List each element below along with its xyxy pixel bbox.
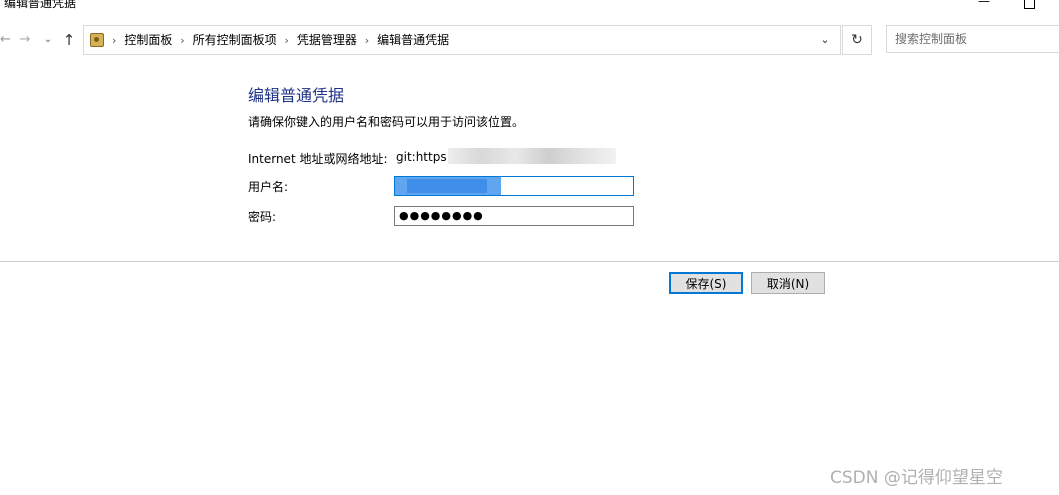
minimize-button[interactable]: —	[978, 0, 990, 8]
breadcrumb-separator-icon: ›	[112, 34, 117, 47]
navigation-bar: ← → ⌄ ↑ › 控制面板 › 所有控制面板项 › 凭据管理器 › 编辑普通凭据 ⌄ …	[0, 24, 1059, 56]
password-mask: ●●●●●●●●	[399, 209, 484, 222]
url-value: git:https	[396, 150, 447, 164]
up-arrow-icon[interactable]: ↑	[60, 24, 78, 56]
page-title: 编辑普通凭据	[248, 86, 345, 105]
redacted-username-overlay	[395, 177, 501, 195]
search-input[interactable]	[895, 27, 1055, 51]
breadcrumb-separator-icon: ›	[284, 34, 289, 47]
breadcrumb: › 控制面板 › 所有控制面板项 › 凭据管理器 › 编辑普通凭据	[108, 26, 449, 54]
address-dropdown-chevron-icon[interactable]: ⌄	[814, 26, 836, 54]
cancel-button[interactable]: 取消(N)	[751, 272, 825, 294]
back-arrow-icon[interactable]: ←	[0, 24, 11, 56]
breadcrumb-item-control-panel[interactable]: 控制面板	[124, 33, 172, 47]
refresh-icon[interactable]: ↻	[842, 25, 872, 55]
save-button[interactable]: 保存(S)	[669, 272, 743, 294]
breadcrumb-item-credential-manager[interactable]: 凭据管理器	[297, 33, 357, 47]
password-field[interactable]: ●●●●●●●●	[394, 206, 634, 226]
divider	[0, 261, 1059, 262]
breadcrumb-separator-icon: ›	[180, 34, 185, 47]
username-label: 用户名:	[248, 180, 289, 194]
recent-locations-chevron-icon[interactable]: ⌄	[40, 24, 56, 56]
breadcrumb-item-all-items[interactable]: 所有控制面板项	[193, 33, 277, 47]
password-label: 密码:	[248, 210, 277, 224]
control-panel-icon	[90, 33, 104, 47]
username-field[interactable]	[394, 176, 634, 196]
breadcrumb-item-edit-credential[interactable]: 编辑普通凭据	[377, 33, 449, 47]
title-bar: 编辑普通凭据 —	[0, 0, 1059, 14]
page-description: 请确保你键入的用户名和密码可以用于访问该位置。	[248, 115, 525, 129]
search-box[interactable]	[886, 25, 1059, 53]
window-title: 编辑普通凭据	[4, 0, 77, 10]
redacted-url-overlay	[448, 148, 616, 164]
breadcrumb-separator-icon: ›	[364, 34, 370, 47]
watermark: CSDN @记得仰望星空	[830, 468, 1003, 488]
forward-arrow-icon[interactable]: →	[16, 24, 34, 56]
url-label: Internet 地址或网络地址:	[248, 152, 388, 166]
address-bar[interactable]: › 控制面板 › 所有控制面板项 › 凭据管理器 › 编辑普通凭据 ⌄	[83, 25, 841, 55]
maximize-button[interactable]	[1024, 0, 1035, 9]
